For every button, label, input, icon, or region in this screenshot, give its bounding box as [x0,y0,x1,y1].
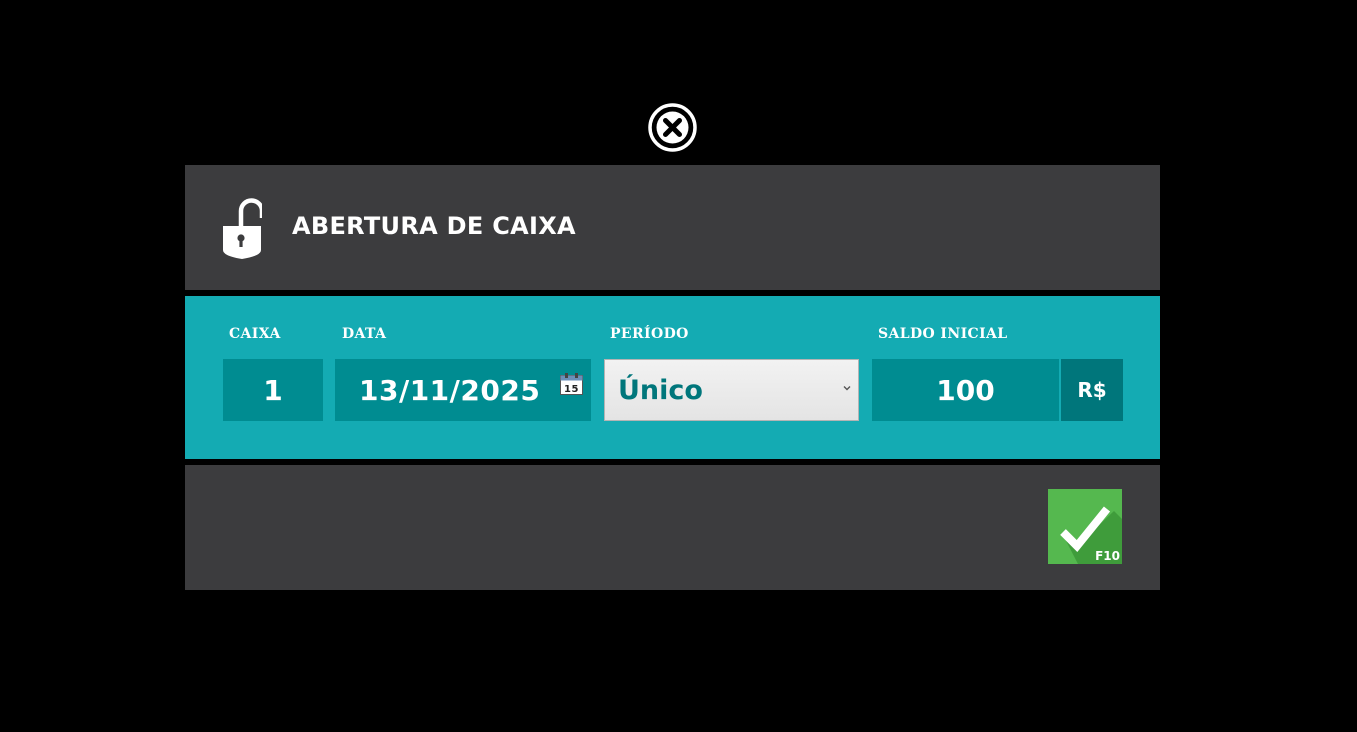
saldo-inicial-value: 100 [936,373,995,407]
calendar-day-text: 15 [564,384,579,395]
caixa-label: CAIXA [229,326,281,342]
data-label: DATA [342,326,387,342]
currency-badge: R$ [1061,359,1123,421]
dialog-footer [185,465,1160,590]
caixa-field[interactable]: 1 [223,359,323,421]
periodo-label: PERÍODO [610,326,689,342]
periodo-selected-value: Único [618,374,703,406]
chevron-down-icon [843,386,851,391]
close-button[interactable] [648,103,697,152]
calendar-icon[interactable]: 15 [560,373,583,395]
unlocked-padlock-icon [223,198,262,259]
caixa-value: 1 [263,373,283,407]
saldo-inicial-field[interactable]: 100 [872,359,1059,421]
currency-label: R$ [1077,378,1107,402]
close-circle-icon [648,103,697,152]
saldo-inicial-label: SALDO INICIAL [878,326,1008,342]
confirm-shortcut-label: F10 [1095,549,1120,563]
date-value: 13/11/2025 [359,373,541,407]
dialog-title: ABERTURA DE CAIXA [292,212,576,240]
periodo-select[interactable]: Único [604,359,859,421]
date-field[interactable]: 13/11/2025 15 [335,359,591,421]
confirm-button[interactable]: F10 [1048,489,1122,564]
